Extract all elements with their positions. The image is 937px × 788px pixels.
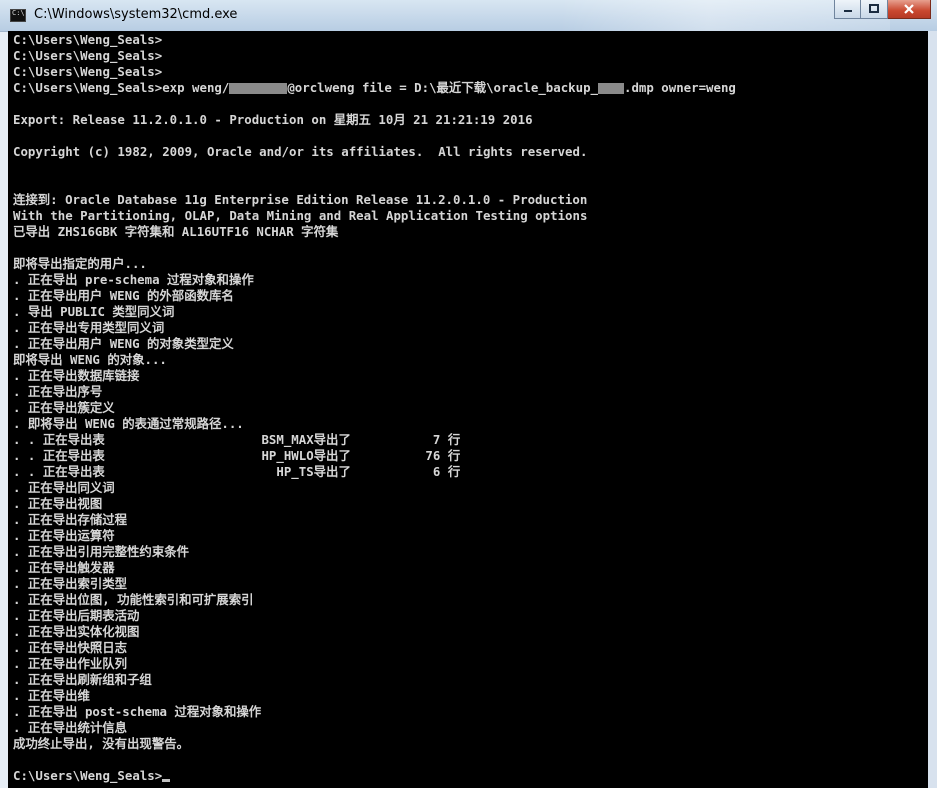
console-line: . 正在导出运算符	[13, 528, 115, 543]
minimize-button[interactable]	[834, 0, 861, 19]
console-line: 连接到: Oracle Database 11g Enterprise Edit…	[13, 192, 588, 207]
redacted-filename	[598, 83, 624, 94]
console-line: 已导出 ZHS16GBK 字符集和 AL16UTF16 NCHAR 字符集	[13, 224, 339, 239]
maximize-button[interactable]	[861, 0, 888, 19]
console-line: . 正在导出位图, 功能性索引和可扩展索引	[13, 592, 254, 607]
console-line: . 正在导出同义词	[13, 480, 115, 495]
console-line: . 正在导出统计信息	[13, 720, 128, 735]
console-line: . 正在导出刷新组和子组	[13, 672, 152, 687]
close-icon	[904, 4, 914, 14]
console-line: With the Partitioning, OLAP, Data Mining…	[13, 208, 588, 223]
close-button[interactable]	[888, 0, 931, 19]
maximize-icon	[869, 4, 879, 13]
console-line: . 正在导出存储过程	[13, 512, 128, 527]
console-line: . 正在导出簇定义	[13, 400, 115, 415]
console-line: 即将导出 WENG 的对象...	[13, 352, 167, 367]
minimize-icon	[843, 10, 852, 12]
console-line: . 正在导出实体化视图	[13, 624, 140, 639]
console-line: Copyright (c) 1982, 2009, Oracle and/or …	[13, 144, 588, 159]
console-line: . 正在导出作业队列	[13, 656, 128, 671]
console-line: . 正在导出 pre-schema 过程对象和操作	[13, 272, 254, 287]
console-line: . 正在导出快照日志	[13, 640, 128, 655]
cmd-app-icon[interactable]	[10, 9, 26, 22]
console-line: . 正在导出数据库链接	[13, 368, 140, 383]
exp-command-middle: @orclweng file = D:\最近下载\oracle_backup_	[287, 80, 598, 95]
window-controls	[834, 0, 931, 21]
console-line-table-export: . . 正在导出表 HP_HWLO导出了 76 行	[13, 448, 461, 463]
console-line: C:\Users\Weng_Seals>	[13, 32, 163, 47]
console-line: 即将导出指定的用户...	[13, 256, 147, 271]
exp-command-end: .dmp owner=weng	[624, 80, 736, 95]
console-line: . 正在导出用户 WENG 的外部函数库名	[13, 288, 234, 303]
console-line-exp-command: C:\Users\Weng_Seals>exp weng/ @orclweng f…	[13, 80, 736, 96]
console-prompt-line[interactable]: C:\Users\Weng_Seals>	[13, 768, 736, 784]
vertical-scrollbar[interactable]	[928, 31, 937, 788]
command-prompt: C:\Users\Weng_Seals>	[13, 768, 163, 783]
cmd-window: C:\Windows\system32\cmd.exe C:\Users\Wen…	[0, 0, 937, 788]
console-line: . 正在导出引用完整性约束条件	[13, 544, 189, 559]
console-line: . 正在导出后期表活动	[13, 608, 140, 623]
console-line: . 正在导出序号	[13, 384, 103, 399]
console-line: . 正在导出 post-schema 过程对象和操作	[13, 704, 262, 719]
console-line: . 正在导出专用类型同义词	[13, 320, 165, 335]
text-cursor	[162, 779, 171, 782]
redacted-password	[229, 83, 288, 94]
console-line: C:\Users\Weng_Seals>	[13, 64, 163, 79]
console-line: . 正在导出视图	[13, 496, 103, 511]
console-line: . 正在导出索引类型	[13, 576, 128, 591]
console-line: Export: Release 11.2.0.1.0 - Production …	[13, 112, 533, 127]
console-line-table-export: . . 正在导出表 HP_TS导出了 6 行	[13, 464, 461, 479]
console-lines: C:\Users\Weng_Seals> C:\Users\Weng_Seals…	[13, 32, 736, 784]
console-line: C:\Users\Weng_Seals>	[13, 48, 163, 63]
exp-command-start: C:\Users\Weng_Seals>exp weng/	[13, 80, 230, 95]
console-line: 成功终止导出, 没有出现警告。	[13, 736, 189, 751]
console-line: . 正在导出触发器	[13, 560, 115, 575]
window-title: C:\Windows\system32\cmd.exe	[34, 7, 238, 22]
console-line: . 正在导出维	[13, 688, 90, 703]
console-line-table-export: . . 正在导出表 BSM_MAX导出了 7 行	[13, 432, 461, 447]
console-line: . 正在导出用户 WENG 的对象类型定义	[13, 336, 234, 351]
title-bar[interactable]: C:\Windows\system32\cmd.exe	[0, 0, 937, 32]
console-line: . 即将导出 WENG 的表通过常规路径...	[13, 416, 244, 431]
console-output-area[interactable]: C:\Users\Weng_Seals> C:\Users\Weng_Seals…	[8, 31, 928, 788]
console-line: . 导出 PUBLIC 类型同义词	[13, 304, 175, 319]
